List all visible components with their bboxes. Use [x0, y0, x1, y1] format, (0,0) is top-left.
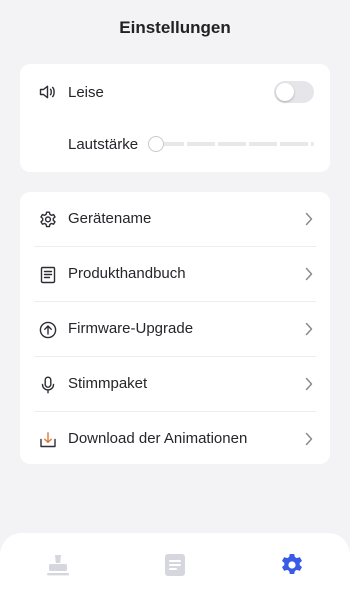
- stamp-icon: [47, 555, 69, 576]
- menu-item-voice-pack[interactable]: Stimmpaket: [20, 357, 330, 412]
- page-title: Einstellungen: [119, 18, 231, 37]
- tab-documents[interactable]: [161, 551, 189, 579]
- menu-item-label: Download der Animationen: [68, 430, 248, 447]
- volume-slider-thumb[interactable]: [148, 136, 164, 152]
- menu-item-download-animations[interactable]: Download der Animationen: [20, 412, 330, 467]
- menu-item-label: Gerätename: [68, 210, 152, 227]
- volume-label: Lautstärke: [68, 135, 139, 153]
- gear-icon: [38, 210, 58, 230]
- download-icon: [38, 430, 58, 450]
- mute-label: Leise: [68, 83, 104, 101]
- gear-icon: [282, 554, 302, 574]
- document-tab-icon: [165, 554, 185, 576]
- chevron-right-icon: [304, 431, 314, 447]
- chevron-right-icon: [304, 376, 314, 392]
- chevron-right-icon: [304, 211, 314, 227]
- tab-device[interactable]: [44, 551, 72, 579]
- tab-settings[interactable]: [278, 551, 306, 579]
- bottom-tab-bar: [0, 533, 350, 600]
- document-icon: [38, 265, 58, 285]
- volume-row: Lautstärke: [20, 126, 330, 162]
- chevron-right-icon: [304, 321, 314, 337]
- menu-item-label: Produkthandbuch: [68, 265, 186, 282]
- menu-item-firmware-upgrade[interactable]: Firmware-Upgrade: [20, 302, 330, 357]
- menu-item-device-name[interactable]: Gerätename: [20, 192, 330, 247]
- menu-item-product-manual[interactable]: Produkthandbuch: [20, 247, 330, 302]
- menu-item-label: Firmware-Upgrade: [68, 320, 194, 337]
- page-header: Einstellungen: [0, 0, 350, 56]
- speaker-icon: [38, 82, 58, 102]
- mute-toggle[interactable]: [274, 81, 314, 103]
- toggle-knob: [276, 83, 294, 101]
- chevron-right-icon: [304, 266, 314, 282]
- upload-circle-icon: [38, 320, 58, 340]
- mute-row: Leise: [20, 74, 330, 110]
- settings-menu-card: Gerätename Produkthandbuch Firmware-Upgr…: [20, 192, 330, 464]
- volume-slider[interactable]: [148, 134, 314, 154]
- sound-settings-card: Leise Lautstärke: [20, 64, 330, 172]
- menu-item-label: Stimmpaket: [68, 375, 148, 392]
- microphone-icon: [38, 375, 58, 395]
- volume-slider-track: [156, 142, 314, 146]
